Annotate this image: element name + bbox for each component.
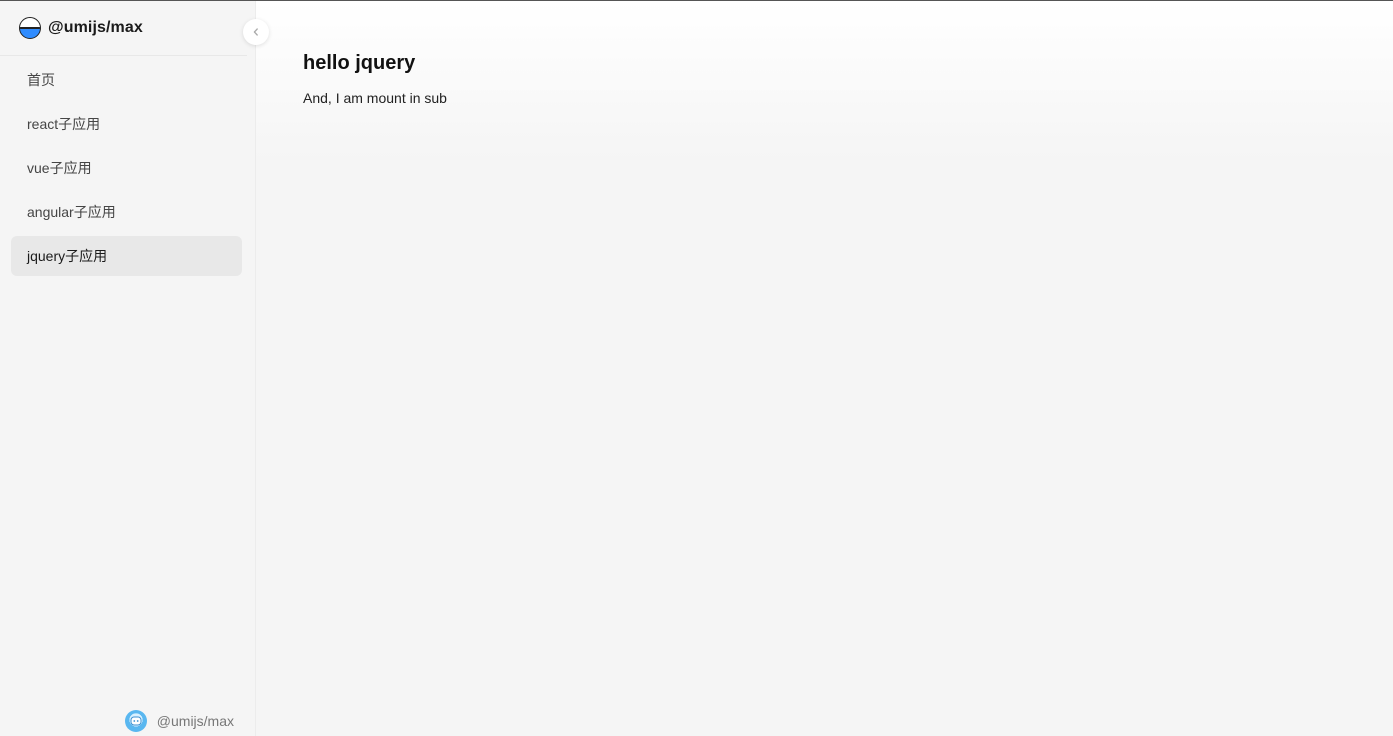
page-text: And, I am mount in sub <box>303 90 447 106</box>
main-content: hello jquery And, I am mount in sub <box>256 1 1393 736</box>
sidebar-item-vue[interactable]: vue子应用 <box>11 148 242 188</box>
avatar-face-icon <box>130 716 142 726</box>
footer-label: @umijs/max <box>156 713 234 729</box>
app-window: @umijs/max 首页 react子应用 vue子应用 angular子应用… <box>0 0 1393 736</box>
brand-title: @umijs/max <box>48 19 143 36</box>
chevron-left-icon <box>253 28 258 36</box>
collapse-sidebar-button[interactable] <box>243 19 269 45</box>
sidebar-item-label: vue子应用 <box>27 160 92 176</box>
sidebar-footer[interactable]: @umijs/max <box>124 710 234 732</box>
sidebar: @umijs/max 首页 react子应用 vue子应用 angular子应用… <box>0 1 256 736</box>
sidebar-item-angular[interactable]: angular子应用 <box>11 192 242 232</box>
sidebar-item-label: angular子应用 <box>27 204 116 220</box>
sidebar-item-jquery[interactable]: jquery子应用 <box>11 236 242 276</box>
sidebar-item-label: 首页 <box>27 72 55 88</box>
umi-logo-icon <box>19 17 41 39</box>
sidebar-item-react[interactable]: react子应用 <box>11 104 242 144</box>
sidebar-item-label: react子应用 <box>27 116 101 132</box>
umi-avatar-icon <box>124 710 147 732</box>
brand[interactable]: @umijs/max <box>0 1 247 56</box>
page-title: hello jquery <box>303 52 416 74</box>
sidebar-item-home[interactable]: 首页 <box>11 60 242 100</box>
sidebar-menu: 首页 react子应用 vue子应用 angular子应用 jquery子应用 <box>0 56 255 276</box>
sidebar-item-label: jquery子应用 <box>27 248 108 264</box>
